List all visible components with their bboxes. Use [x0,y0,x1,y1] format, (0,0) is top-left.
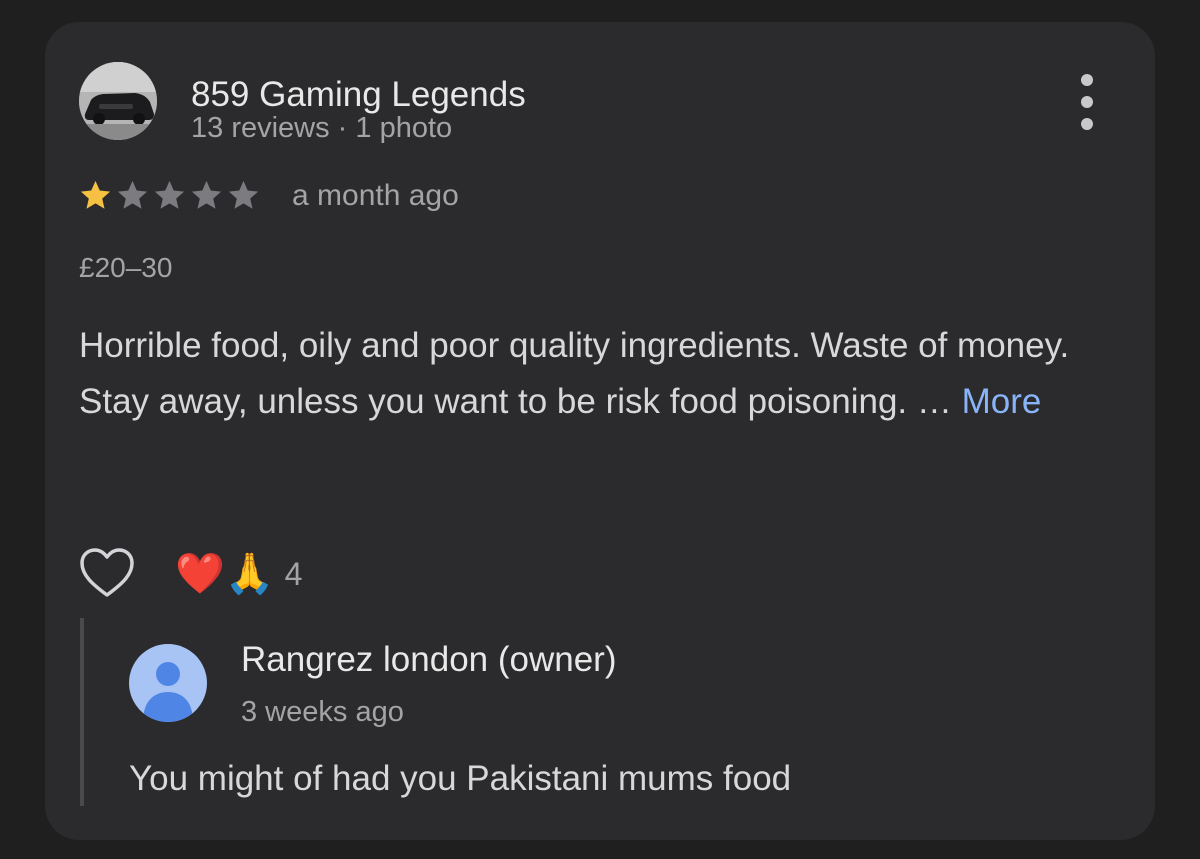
review-card: 859 Gaming Legends 13 reviews · 1 photo … [45,22,1155,840]
more-vert-icon [1081,74,1093,86]
reply-divider [80,618,84,806]
person-icon [143,662,193,722]
review-text: Horrible food, oily and poor quality ing… [79,326,1070,421]
owner-avatar[interactable] [129,644,207,722]
reviewer-name[interactable]: 859 Gaming Legends [191,75,526,115]
reviewer-avatar[interactable] [79,62,157,140]
reactions-summary[interactable]: ❤️ 🙏 4 [175,548,302,600]
more-link[interactable]: More [962,382,1042,421]
price-range: £20–30 [79,252,173,283]
review-body: Horrible food, oily and poor quality ing… [79,318,1119,430]
star-filled-icon [80,180,111,209]
reviewer-review-count: 13 reviews [191,112,330,144]
star-empty-icon [228,180,259,209]
star-empty-icon [191,180,222,209]
more-options-button[interactable] [1069,74,1105,130]
star-rating [78,178,261,213]
reaction-count: 4 [284,556,303,592]
star-empty-icon [154,180,185,209]
meta-separator: · [329,112,356,144]
reviewer-photo-count: 1 photo [355,112,453,144]
pray-reaction-icon: 🙏 [224,551,275,597]
like-button[interactable] [78,546,136,600]
more-vert-icon-dot [1081,118,1093,130]
heart-reaction-icon: ❤️ [175,551,225,597]
heart-outline-icon [80,548,134,597]
more-vert-icon-dot [1081,96,1093,108]
owner-reply-text: You might of had you Pakistani mums food [129,759,792,798]
car-photo-icon [79,62,157,140]
owner-name[interactable]: Rangrez london (owner) [241,640,616,680]
owner-reply-time: 3 weeks ago [241,696,404,728]
reviewer-meta: 13 reviews · 1 photo [191,112,452,145]
review-time: a month ago [292,179,459,212]
star-empty-icon [117,180,148,209]
